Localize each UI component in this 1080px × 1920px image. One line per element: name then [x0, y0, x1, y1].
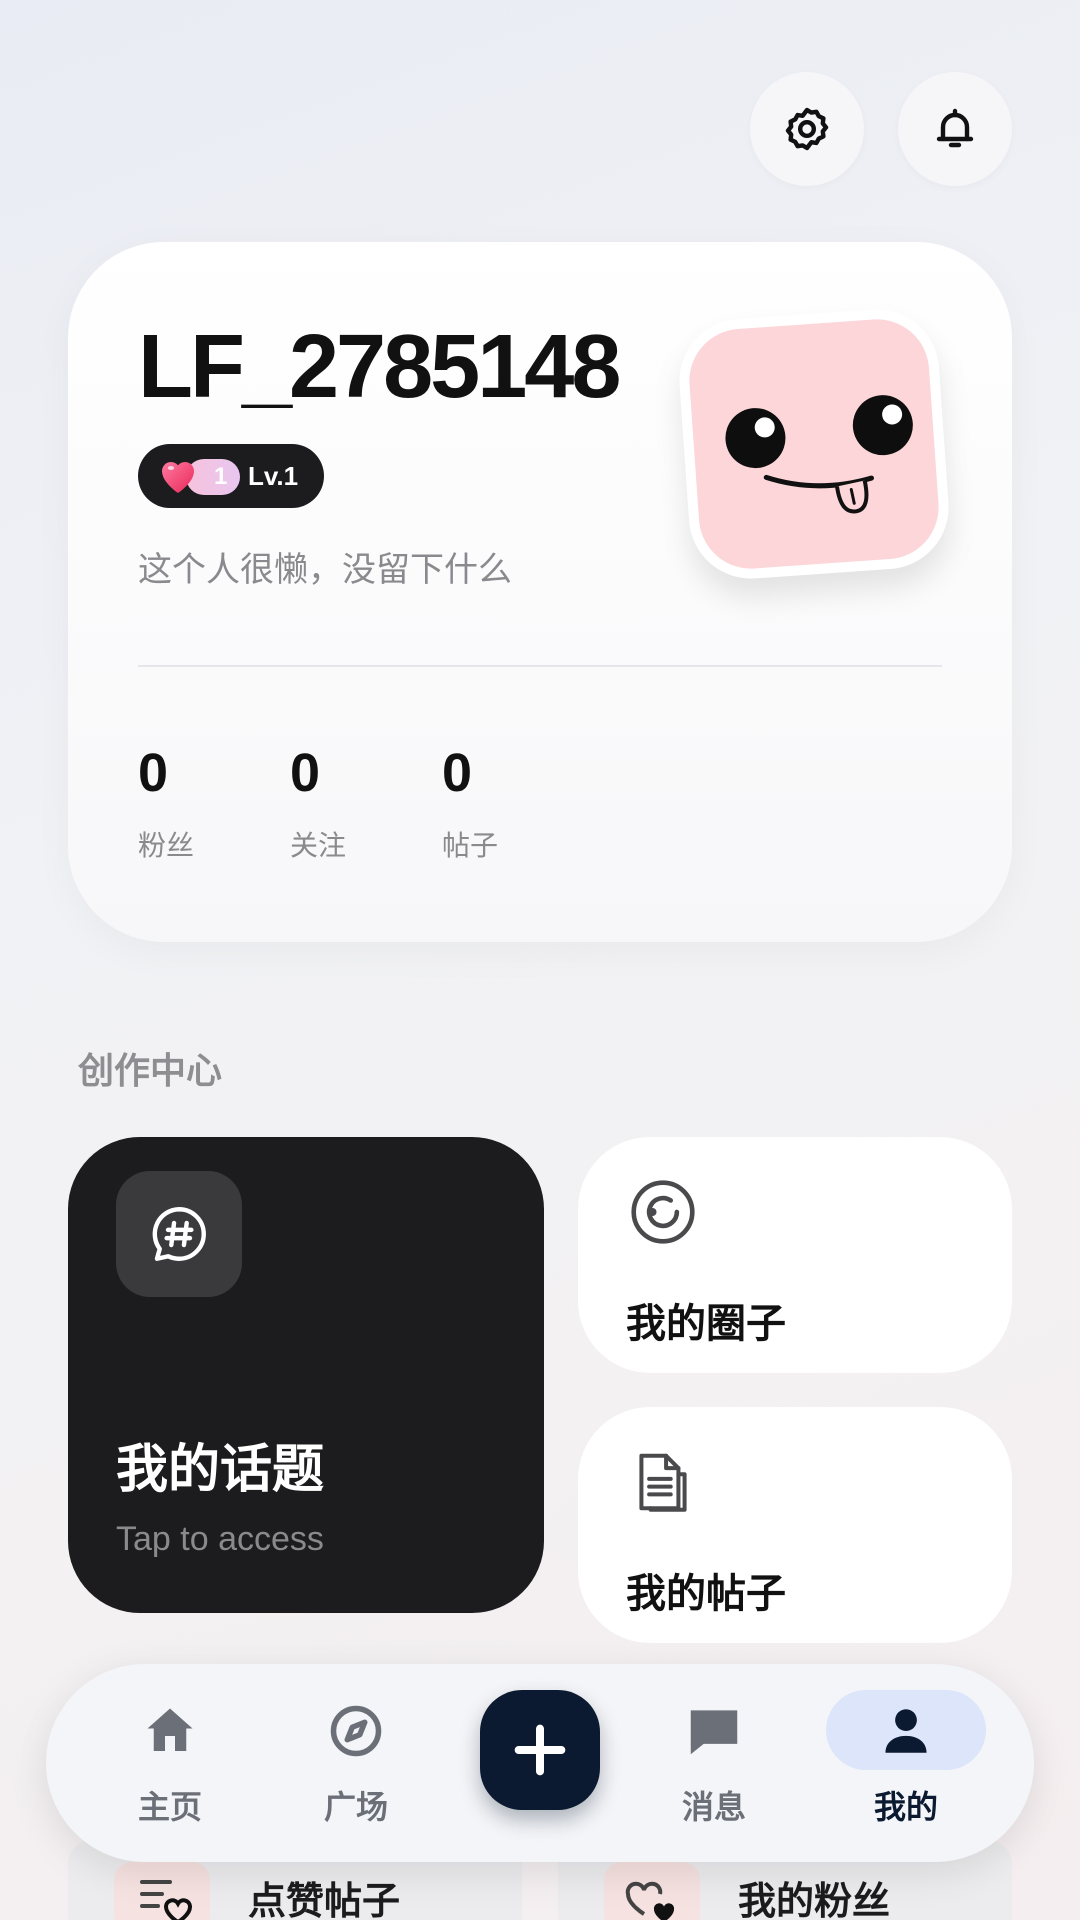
- bottom-tab-bar: 主页 广场 消息 我的: [46, 1664, 1034, 1862]
- document-icon: [639, 1453, 687, 1512]
- fans-label: 粉丝: [138, 830, 195, 861]
- my-circles-title: 我的圈子: [626, 1302, 786, 1346]
- chat-bubble-icon: [690, 1710, 738, 1755]
- fans-heart-icon: [625, 1881, 675, 1920]
- level-label: Lv.1: [248, 460, 299, 491]
- following-label: 关注: [290, 830, 347, 861]
- stat-following[interactable]: 0 关注: [290, 742, 346, 864]
- posts-label: 帖子: [442, 830, 499, 861]
- create-post-button[interactable]: [480, 1690, 600, 1810]
- circle-icon: [631, 1180, 695, 1244]
- section-title-creation-center: 创作中心: [78, 1050, 223, 1091]
- my-posts-title: 我的帖子: [626, 1572, 786, 1616]
- my-topics-subtitle: Tap to access: [116, 1520, 324, 1558]
- tab-home[interactable]: 主页: [100, 1698, 240, 1828]
- posts-count: 0: [442, 743, 473, 803]
- compass-icon: [330, 1705, 382, 1757]
- tab-messages-label: 消息: [681, 1789, 746, 1825]
- smiling-face-icon: [725, 395, 913, 514]
- profile-card: LF_2785148 1 Lv.1 这个人很懒，没留下什么 0 粉丝 0 关注 …: [68, 242, 1012, 942]
- stat-fans[interactable]: 0 粉丝: [138, 742, 194, 864]
- gear-icon: [785, 107, 829, 151]
- level-heart-pill: 1: [158, 457, 240, 495]
- tab-square-label: 广场: [323, 1789, 388, 1825]
- settings-button[interactable]: [750, 72, 864, 186]
- heart-count: 1: [214, 463, 228, 490]
- hashtag-chat-icon: [152, 1207, 206, 1261]
- fans-count: 0: [138, 743, 169, 803]
- stat-posts[interactable]: 0 帖子: [442, 742, 498, 864]
- liked-posts-label: 点赞帖子: [248, 1881, 401, 1920]
- heart-icon: [162, 462, 194, 493]
- tab-mine-label: 我的: [873, 1789, 938, 1825]
- plus-icon: [514, 1724, 566, 1776]
- bell-icon: [936, 108, 974, 148]
- username: LF_2785148: [138, 317, 621, 417]
- my-topics-title: 我的话题: [116, 1441, 325, 1499]
- my-posts-card[interactable]: 我的帖子: [578, 1407, 1012, 1643]
- tab-messages[interactable]: 消息: [644, 1698, 784, 1828]
- my-topics-card[interactable]: 我的话题 Tap to access: [68, 1137, 544, 1613]
- tab-square[interactable]: 广场: [286, 1698, 426, 1828]
- person-icon: [885, 1709, 927, 1753]
- liked-list-icon: [140, 1880, 193, 1920]
- tab-home-label: 主页: [137, 1789, 202, 1825]
- avatar[interactable]: [675, 305, 953, 583]
- notifications-button[interactable]: [898, 72, 1012, 186]
- my-fans-label: 我的粉丝: [738, 1881, 891, 1920]
- divider: [138, 665, 942, 667]
- my-circles-card[interactable]: 我的圈子: [578, 1137, 1012, 1373]
- level-badge[interactable]: 1 Lv.1: [138, 444, 324, 508]
- bio-text: 这个人很懒，没留下什么: [138, 551, 512, 589]
- following-count: 0: [290, 743, 321, 803]
- home-icon: [147, 1708, 193, 1751]
- tab-mine[interactable]: 我的: [836, 1698, 976, 1828]
